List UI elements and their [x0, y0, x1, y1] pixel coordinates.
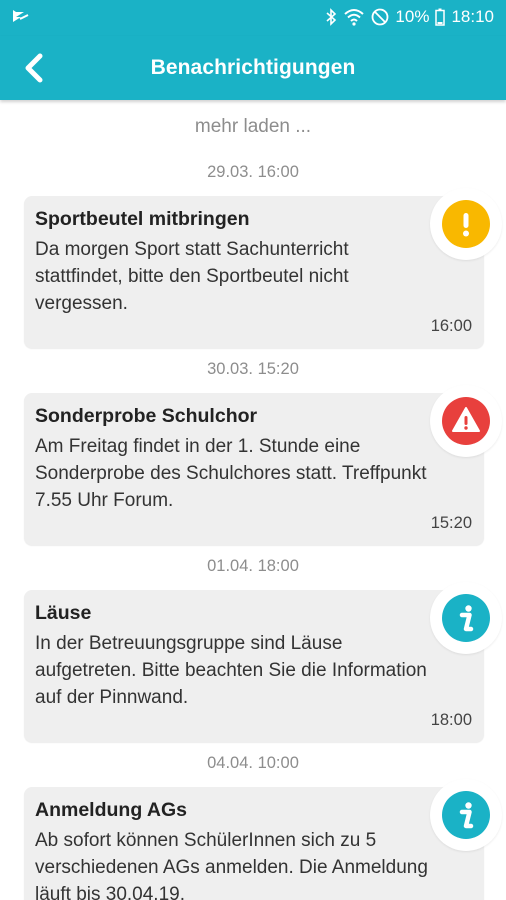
bluetooth-icon	[325, 8, 337, 26]
notification-time: 16:00	[430, 317, 472, 335]
do-not-disturb-icon	[371, 8, 389, 26]
notification-body: In der Betreuungsgruppe sind Läuse aufge…	[35, 633, 427, 708]
date-header: 01.04. 18:00	[207, 557, 299, 575]
notification-body: Am Freitag findet in der 1. Stunde eine …	[35, 436, 427, 511]
info-icon	[442, 791, 490, 839]
notification-time: 18:00	[430, 711, 472, 729]
notification-body: Ab sofort können SchülerInnen sich zu 5 …	[35, 830, 428, 900]
app-bar: Benachrichtigungen	[0, 36, 506, 100]
notification-title: Sportbeutel mitbringen	[35, 208, 250, 230]
clock: 18:10	[451, 7, 494, 26]
notification-card[interactable]: Läuse In der Betreuungsgruppe sind Läuse…	[24, 582, 502, 742]
date-header: 29.03. 16:00	[207, 163, 299, 181]
notification-title: Anmeldung AGs	[35, 799, 188, 821]
wifi-icon	[343, 8, 365, 26]
exclamation-icon	[442, 200, 490, 248]
battery-level: 10%	[395, 7, 430, 26]
notification-body: Da morgen Sport statt Sachunterricht sta…	[35, 239, 349, 314]
load-more-link[interactable]: mehr laden ...	[0, 116, 506, 138]
info-icon	[442, 594, 490, 642]
notification-list[interactable]: mehr laden ... 29.03. 16:00 Sportbeutel …	[0, 100, 506, 900]
notification-time: 15:20	[430, 514, 472, 532]
notification-badge	[430, 779, 502, 851]
app-logo-icon	[12, 9, 30, 23]
notification-card[interactable]: Sportbeutel mitbringen Da morgen Sport s…	[24, 188, 502, 348]
notification-badge	[430, 582, 502, 654]
date-header: 04.04. 10:00	[207, 754, 299, 772]
notification-card[interactable]: Sonderprobe Schulchor Am Freitag findet …	[24, 385, 502, 545]
notification-card[interactable]: Anmeldung AGs Ab sofort können SchülerIn…	[24, 779, 502, 900]
notification-badge	[430, 188, 502, 260]
notification-title: Läuse	[35, 602, 92, 624]
status-bar: 10% 18:10	[0, 0, 506, 36]
warning-triangle-icon	[442, 397, 490, 445]
notification-badge	[430, 385, 502, 457]
page-title: Benachrichtigungen	[150, 56, 356, 79]
date-header: 30.03. 15:20	[207, 360, 299, 378]
battery-icon	[435, 8, 446, 26]
notification-title: Sonderprobe Schulchor	[35, 405, 258, 427]
